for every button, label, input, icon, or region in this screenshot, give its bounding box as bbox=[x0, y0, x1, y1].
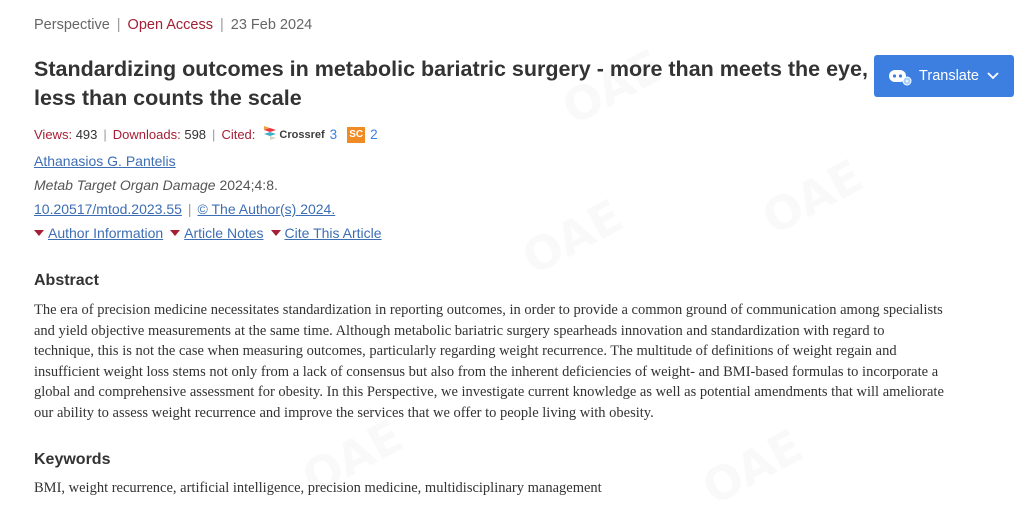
abstract-heading: Abstract bbox=[34, 272, 99, 289]
journal-name: Metab Target Organ Damage bbox=[34, 177, 216, 193]
journal-citation: 2024;4:8. bbox=[219, 177, 278, 193]
article-title: Standardizing outcomes in metabolic bari… bbox=[34, 57, 868, 110]
keywords-text: BMI, weight recurrence, artificial intel… bbox=[34, 480, 602, 496]
downloads-count: 598 bbox=[184, 127, 207, 142]
open-access-label: Open Access bbox=[127, 17, 213, 33]
cited-label: Cited: bbox=[221, 127, 256, 142]
crossref-link[interactable]: Crossref bbox=[263, 125, 325, 144]
author-line: Athanasios G. Pantelis bbox=[34, 153, 176, 169]
article-stats: Views: 493 | Downloads: 598 | Cited: Cro… bbox=[34, 125, 378, 144]
publish-date: 23 Feb 2024 bbox=[230, 17, 313, 33]
author-link[interactable]: Athanasios G. Pantelis bbox=[34, 153, 176, 169]
translate-button[interactable]: Translate bbox=[874, 55, 1014, 97]
translate-label: Translate bbox=[919, 68, 979, 84]
article-notes-toggle[interactable]: Article Notes bbox=[170, 225, 264, 241]
article-toggles: Author Information Article Notes Cite Th… bbox=[34, 225, 382, 241]
keywords-heading: Keywords bbox=[34, 451, 111, 468]
cite-this-article-label: Cite This Article bbox=[284, 225, 382, 241]
crossref-count[interactable]: 3 bbox=[330, 127, 338, 142]
article-meta-line: Perspective | Open Access | 23 Feb 2024 bbox=[34, 17, 313, 33]
copyright-link[interactable]: © The Author(s) 2024. bbox=[198, 201, 336, 217]
caret-down-icon bbox=[170, 230, 181, 236]
abstract-line: our ability to assess weight recurrence … bbox=[34, 404, 654, 421]
article-type: Perspective bbox=[34, 17, 110, 33]
crossref-label: Crossref bbox=[279, 128, 325, 141]
abstract-line: insufficient weight loss stems not only … bbox=[34, 363, 939, 380]
abstract-line: technique, this is not the case when mea… bbox=[34, 343, 897, 359]
views-count: 493 bbox=[75, 127, 98, 142]
robot-icon bbox=[888, 66, 912, 86]
doi-link[interactable]: 10.20517/mtod.2023.55 bbox=[34, 201, 182, 217]
scopus-icon[interactable]: SC bbox=[347, 126, 366, 143]
abstract-line: global and comprehensive assessment for … bbox=[34, 384, 944, 400]
caret-down-icon bbox=[270, 230, 281, 236]
abstract-text: The era of precision medicine necessitat… bbox=[34, 300, 1014, 423]
views-label: Views: bbox=[34, 127, 73, 142]
caret-down-icon bbox=[34, 230, 44, 236]
author-information-label: Author Information bbox=[48, 225, 164, 241]
article-notes-label: Article Notes bbox=[184, 225, 264, 241]
abstract-line: and yield objective measurements at the … bbox=[34, 322, 885, 339]
downloads-label: Downloads: bbox=[112, 127, 181, 142]
chevron-down-icon bbox=[986, 71, 1000, 81]
scopus-count[interactable]: 2 bbox=[370, 127, 378, 142]
cite-this-article-toggle[interactable]: Cite This Article bbox=[270, 225, 382, 241]
crossref-logo-icon bbox=[263, 125, 277, 144]
doi-line: 10.20517/mtod.2023.55 | © The Author(s) 20… bbox=[34, 201, 336, 217]
author-information-toggle[interactable]: Author Information bbox=[34, 225, 163, 241]
abstract-line: The era of precision medicine necessitat… bbox=[34, 302, 943, 318]
journal-line: Metab Target Organ Damage 2024;4:8. bbox=[34, 177, 278, 193]
